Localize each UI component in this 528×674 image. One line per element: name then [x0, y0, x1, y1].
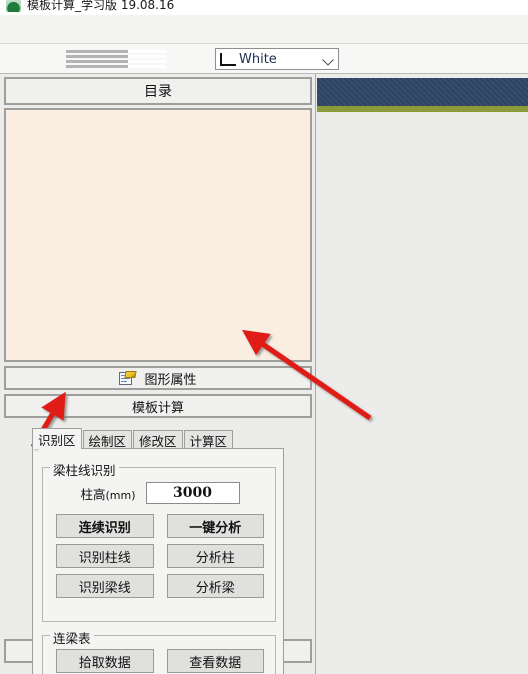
analyze-beam-button[interactable]: 分析梁 — [166, 574, 264, 598]
template-calc-label: 模板计算 — [131, 400, 184, 416]
recognize-column-lines-button[interactable]: 识别柱线 — [56, 544, 154, 568]
coupling-beam-group-title: 连梁表 — [50, 628, 94, 647]
catalog-content-area[interactable] — [4, 108, 312, 362]
line-weight-icon[interactable] — [66, 50, 166, 68]
properties-sheet-pencil-icon — [119, 370, 138, 386]
color-select-value: White — [239, 51, 277, 67]
analyze-column-button[interactable]: 分析柱 — [166, 544, 264, 568]
tab-body: 梁柱线识别 柱高(mm) 3000 连续识别 一键分析 识别柱线 分析柱 识别梁… — [32, 448, 284, 674]
tab-recognition[interactable]: 识别区 — [32, 428, 82, 449]
column-height-input[interactable]: 3000 — [145, 482, 240, 504]
tab-recognition-label: 识别区 — [38, 432, 76, 448]
coupling-beam-table-group: 连梁表 拾取数据 查看数据 — [42, 628, 276, 674]
color-select[interactable]: White — [215, 48, 339, 70]
application-window: 模板计算_学习版 19.08.16 White 目录 图形属性 模板计算 识别区… — [0, 0, 528, 674]
workspace-banner — [317, 78, 528, 106]
tab-modify-label: 修改区 — [139, 433, 177, 449]
beam-column-recognition-group: 梁柱线识别 柱高(mm) 3000 连续识别 一键分析 识别柱线 分析柱 识别梁… — [42, 460, 277, 622]
column-height-row: 柱高(mm) 3000 — [43, 482, 277, 504]
one-click-analyze-button[interactable]: 一键分析 — [166, 514, 264, 538]
coupling-beam-button-grid: 拾取数据 查看数据 — [56, 649, 264, 673]
tab-drawing[interactable]: 绘制区 — [82, 430, 133, 449]
app-logo-icon — [6, 0, 21, 12]
chevron-down-icon[interactable] — [322, 52, 336, 66]
tab-strip: 识别区 绘制区 修改区 计算区 — [32, 428, 234, 449]
template-calc-button[interactable]: 模板计算 — [4, 394, 312, 418]
beam-column-group-title: 梁柱线识别 — [50, 460, 119, 479]
tab-modify[interactable]: 修改区 — [133, 430, 183, 449]
pick-data-button[interactable]: 拾取数据 — [56, 649, 154, 673]
view-data-button[interactable]: 查看数据 — [166, 649, 264, 673]
tab-drawing-label: 绘制区 — [88, 433, 127, 449]
recognition-button-grid: 连续识别 一键分析 识别柱线 分析柱 识别梁线 分析梁 — [56, 514, 264, 598]
window-title: 模板计算_学习版 19.08.16 — [27, 0, 175, 12]
catalog-header-label: 目录 — [144, 84, 172, 100]
continuous-recognize-button[interactable]: 连续识别 — [56, 514, 154, 538]
left-panel: 目录 图形属性 模板计算 线条造型 识别区 — [0, 74, 316, 674]
color-swatch-icon — [220, 52, 236, 66]
catalog-header: 目录 — [4, 77, 312, 105]
toolbar-upper — [0, 15, 528, 44]
recognize-beam-lines-button[interactable]: 识别梁线 — [56, 574, 154, 598]
tab-calculation-label: 计算区 — [189, 433, 228, 449]
right-workspace[interactable] — [317, 74, 528, 674]
window-title-bar: 模板计算_学习版 19.08.16 — [0, 0, 528, 15]
tab-calculation[interactable]: 计算区 — [183, 430, 234, 449]
recognition-tab-panel: 识别区 绘制区 修改区 计算区 梁柱线识别 柱高(mm) 3000 连续识别 一… — [32, 428, 284, 674]
graphic-properties-label: 图形属性 — [144, 372, 197, 388]
workspace-banner-stripe — [317, 106, 528, 112]
column-height-label: 柱高(mm) — [80, 486, 136, 502]
graphic-properties-button[interactable]: 图形属性 — [4, 366, 312, 390]
